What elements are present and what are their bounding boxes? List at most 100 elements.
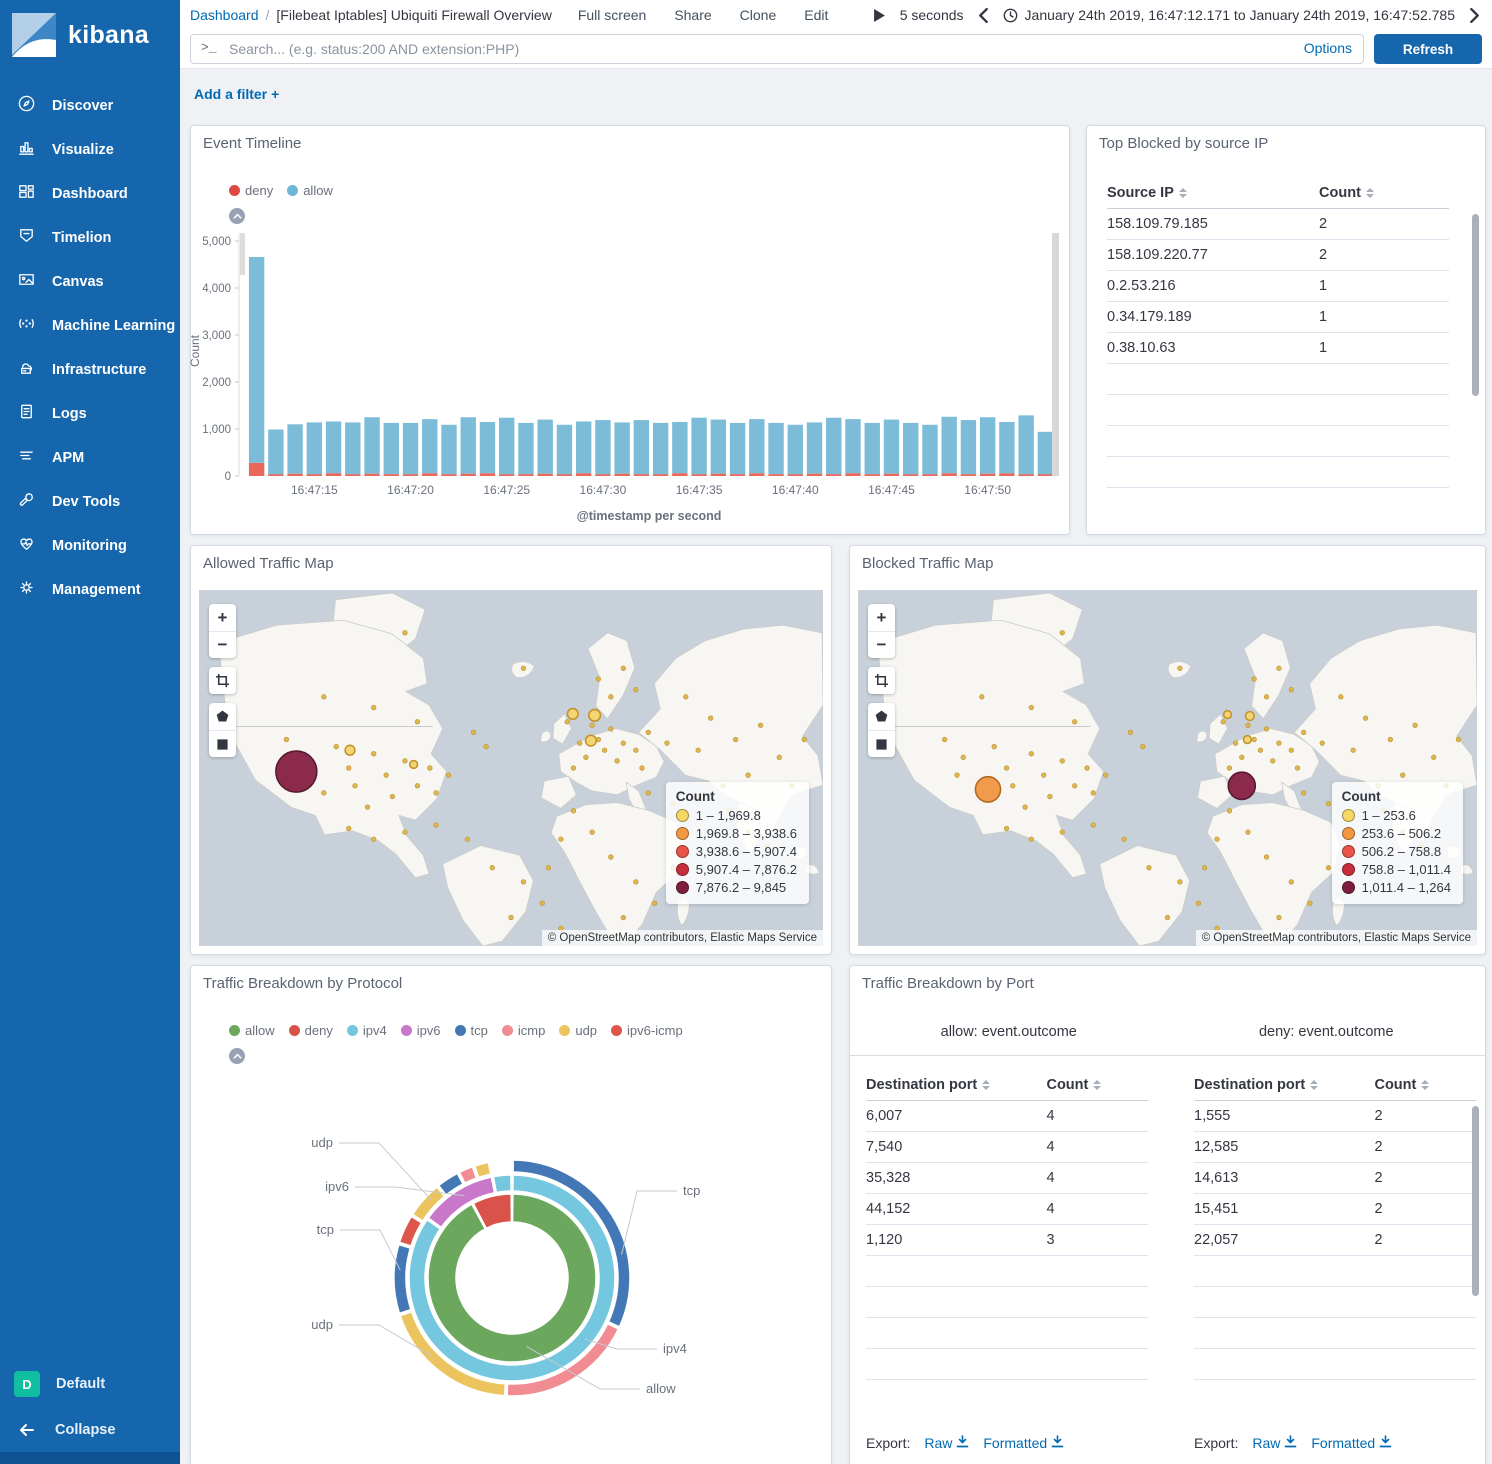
- play-refresh-icon[interactable]: [873, 9, 886, 22]
- crop-button[interactable]: [868, 667, 895, 694]
- table-row: 1,1203: [866, 1225, 1148, 1256]
- collapse-nav-button[interactable]: Collapse: [0, 1408, 180, 1452]
- sunburst-callout-label: ipv4: [663, 1341, 687, 1356]
- dashboard-icon: [17, 182, 36, 206]
- sidebar-item-dashboard[interactable]: Dashboard: [0, 172, 180, 216]
- space-label: Default: [56, 1376, 105, 1392]
- crop-button[interactable]: [209, 667, 236, 694]
- kibana-logo[interactable]: kibana: [0, 0, 180, 70]
- empty-table-row: [866, 1318, 1148, 1349]
- table-row: 35,3284: [866, 1163, 1148, 1194]
- sidebar-item-monitoring[interactable]: Monitoring: [0, 524, 180, 568]
- refresh-interval[interactable]: 5 seconds: [900, 7, 964, 23]
- refresh-button[interactable]: Refresh: [1374, 34, 1482, 64]
- zoom-in-button[interactable]: +: [868, 604, 895, 631]
- kibana-wordmark: kibana: [68, 21, 149, 50]
- table-cell: 2: [1319, 240, 1449, 271]
- sidebar-item-infrastructure[interactable]: Infrastructure: [0, 348, 180, 392]
- map-legend-row: 1,969.8 – 3,938.6: [676, 826, 797, 841]
- panel-title: Event Timeline: [203, 135, 301, 152]
- space-switcher[interactable]: D Default: [0, 1362, 180, 1406]
- table-cell: 22,057: [1194, 1225, 1374, 1256]
- table-scrollbar[interactable]: [1472, 214, 1479, 396]
- sidebar-item-dev-tools[interactable]: Dev Tools: [0, 480, 180, 524]
- sidebar-item-discover[interactable]: Discover: [0, 84, 180, 128]
- sidebar-item-label: Machine Learning: [52, 318, 175, 334]
- table-row: 12,5852: [1194, 1132, 1476, 1163]
- sunburst-segment-ipv4[interactable]: [493, 1175, 511, 1192]
- sidebar-item-management[interactable]: Management: [0, 568, 180, 612]
- table-cell: 4: [1046, 1163, 1148, 1194]
- menu-full-screen[interactable]: Full screen: [578, 7, 646, 23]
- export-formatted-link[interactable]: Formatted: [1311, 1435, 1392, 1451]
- draw-rectangle-button[interactable]: [868, 730, 895, 757]
- infrastructure-icon: [17, 358, 36, 382]
- sidebar-item-label: Logs: [52, 406, 87, 422]
- panel-title: Blocked Traffic Map: [862, 555, 993, 572]
- table-cell: 4: [1046, 1132, 1148, 1163]
- legend-item-allow[interactable]: allow: [287, 183, 333, 198]
- time-back-icon[interactable]: [978, 8, 989, 23]
- export-raw-link[interactable]: Raw: [924, 1435, 969, 1451]
- table-cell: 3: [1046, 1225, 1148, 1256]
- table-cell: 2: [1374, 1194, 1476, 1225]
- protocol-sunburst-chart[interactable]: udpipv6tcpudptcpipv4allow: [191, 966, 831, 1464]
- sidebar-item-canvas[interactable]: Canvas: [0, 260, 180, 304]
- sidebar-item-label: Discover: [52, 98, 113, 114]
- column-header-source-ip[interactable]: Source IP: [1107, 178, 1319, 209]
- empty-table-row: [1194, 1287, 1476, 1318]
- menu-clone[interactable]: Clone: [740, 7, 777, 23]
- sidebar-item-machine-learning[interactable]: Machine Learning: [0, 304, 180, 348]
- zoom-out-button[interactable]: −: [868, 631, 895, 658]
- export-raw-link[interactable]: Raw: [1252, 1435, 1297, 1451]
- sunburst-segment-icmp[interactable]: [460, 1167, 477, 1183]
- legend-item-deny[interactable]: deny: [229, 183, 273, 198]
- menu-share[interactable]: Share: [674, 7, 711, 23]
- download-icon: [1051, 1435, 1064, 1451]
- sunburst-segment-udp[interactable]: [475, 1162, 491, 1177]
- search-input[interactable]: [190, 34, 1364, 64]
- legend-dot: [1342, 845, 1355, 858]
- legend-dot: [1342, 827, 1355, 840]
- time-forward-icon[interactable]: [1469, 8, 1480, 23]
- draw-rectangle-button[interactable]: [209, 730, 236, 757]
- sort-icon: [1366, 188, 1374, 198]
- sunburst-callout-label: tcp: [683, 1183, 700, 1198]
- legend-range-label: 1,011.4 – 1,264: [1362, 880, 1451, 895]
- column-header-count[interactable]: Count: [1046, 1070, 1148, 1101]
- time-range-picker[interactable]: January 24th 2019, 16:47:12.171 to Janua…: [1003, 7, 1455, 23]
- zoom-in-button[interactable]: +: [209, 604, 236, 631]
- draw-polygon-button[interactable]: [209, 703, 236, 730]
- sunburst-callout-label: ipv6: [325, 1179, 349, 1194]
- svg-text:5,000: 5,000: [202, 236, 231, 248]
- sidebar-item-timelion[interactable]: Timelion: [0, 216, 180, 260]
- blocked-map[interactable]: +−Count1 – 253.6253.6 – 506.2506.2 – 758…: [858, 590, 1477, 946]
- column-header-destination-port[interactable]: Destination port: [866, 1070, 1046, 1101]
- sidebar-item-logs[interactable]: Logs: [0, 392, 180, 436]
- allowed-map[interactable]: +−Count1 – 1,969.81,969.8 – 3,938.63,938…: [199, 590, 823, 946]
- table-scrollbar[interactable]: [1472, 1106, 1479, 1296]
- column-header-destination-port[interactable]: Destination port: [1194, 1070, 1374, 1101]
- empty-table-row: [866, 1256, 1148, 1287]
- timeline-legend: deny allow: [229, 183, 333, 198]
- sidebar-item-apm[interactable]: APM: [0, 436, 180, 480]
- sunburst-callout-label: udp: [311, 1135, 333, 1150]
- timeline-chart[interactable]: 01,0002,0003,0004,0005,00016:47:1516:47:…: [197, 226, 1065, 539]
- column-header-count[interactable]: Count: [1374, 1070, 1476, 1101]
- query-options-link[interactable]: Options: [1304, 40, 1352, 56]
- map-legend-row: 3,938.6 – 5,907.4: [676, 844, 797, 859]
- collapse-legend-icon[interactable]: [229, 208, 245, 224]
- sidebar-item-label: Visualize: [52, 142, 114, 158]
- zoom-out-button[interactable]: −: [209, 631, 236, 658]
- add-filter-button[interactable]: Add a filter+: [194, 86, 279, 102]
- sidebar-item-visualize[interactable]: Visualize: [0, 128, 180, 172]
- menu-edit[interactable]: Edit: [804, 7, 828, 23]
- column-header-count[interactable]: Count: [1319, 178, 1449, 209]
- legend-range-label: 7,876.2 – 9,845: [696, 880, 786, 895]
- draw-polygon-button[interactable]: [868, 703, 895, 730]
- table-cell: 35,328: [866, 1163, 1046, 1194]
- export-formatted-link[interactable]: Formatted: [983, 1435, 1064, 1451]
- plus-icon: +: [271, 86, 279, 102]
- svg-text:16:47:20: 16:47:20: [387, 483, 434, 497]
- breadcrumb-dashboard-link[interactable]: Dashboard: [190, 7, 259, 23]
